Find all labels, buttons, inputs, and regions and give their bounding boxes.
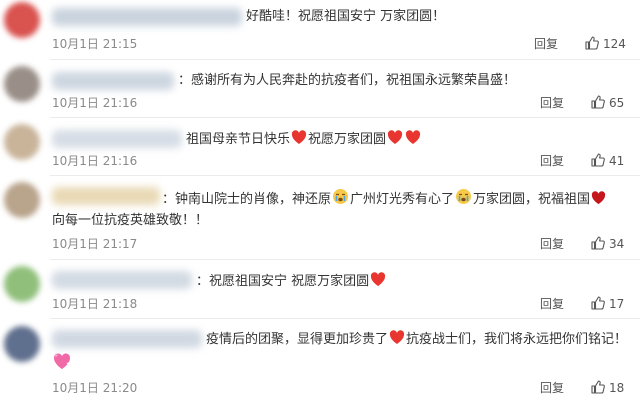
like-count: 41: [609, 154, 625, 168]
heart-emoji-icon: [371, 272, 386, 286]
like-count: 18: [609, 381, 625, 395]
like-count: 65: [609, 96, 625, 110]
comment-text-part: 广州灯光秀有心了: [350, 192, 455, 207]
sparkling-heart-emoji-icon: [52, 352, 72, 374]
comment-text-part: 祖国母亲节日快乐: [186, 132, 291, 147]
avatar[interactable]: [4, 2, 40, 38]
like-count: 17: [609, 297, 625, 311]
like-button[interactable]: 34: [590, 235, 624, 252]
divider: [50, 117, 640, 118]
avatar[interactable]: [4, 66, 40, 102]
divider: [50, 259, 640, 260]
reply-button[interactable]: 回复: [540, 153, 564, 169]
avatar[interactable]: [4, 266, 40, 302]
timestamp: 10月1日 21:20: [52, 381, 138, 395]
comment-text-part: 万家团圆，祝福祖国: [473, 192, 591, 207]
comment-text-line2: 向每一位抗疫英雄致敬！！: [52, 213, 209, 228]
crying-face-emoji-icon: [456, 189, 472, 204]
username-blurred[interactable]: [52, 72, 174, 90]
username-blurred[interactable]: [52, 271, 192, 289]
divider: [50, 175, 640, 176]
timestamp: 10月1日 21:16: [52, 154, 138, 168]
reply-button[interactable]: 回复: [534, 36, 558, 52]
crying-face-emoji-icon: [333, 189, 349, 204]
like-count: 124: [603, 37, 626, 51]
timestamp: 10月1日 21:16: [52, 96, 138, 110]
heart-emoji-icon: [389, 330, 405, 344]
comment-text: ：钟南山院士的肖像，神还原 广州灯光秀有心了 万家团圆，祝福祖国: [162, 188, 607, 209]
heart-emoji-icon: [405, 130, 421, 144]
heart-emoji-icon: [591, 191, 606, 205]
divider: [50, 318, 640, 319]
comment-text: 祖国母亲节日快乐 祝愿万家团圆: [186, 130, 422, 149]
like-button[interactable]: 17: [590, 295, 624, 312]
comment-text-part: 疫情后的团聚，显得更加珍贵了: [206, 332, 389, 347]
thumbs-up-icon: [591, 296, 605, 310]
timestamp: 10月1日 21:15: [52, 37, 138, 51]
username-blurred[interactable]: [52, 130, 182, 148]
comment-text-part: 祝愿万家团圆: [308, 132, 387, 147]
timestamp: 10月1日 21:18: [52, 297, 138, 311]
thumbs-up-icon: [585, 36, 599, 50]
thumbs-up-icon: [591, 236, 605, 250]
thumbs-up-icon: [591, 95, 605, 109]
comment-text-part: ：钟南山院士的肖像，神还原: [162, 192, 332, 207]
reply-button[interactable]: 回复: [540, 380, 564, 396]
timestamp: 10月1日 21:17: [52, 237, 138, 251]
thumbs-up-icon: [591, 153, 605, 167]
username-blurred[interactable]: [52, 187, 160, 205]
heart-emoji-icon: [387, 130, 403, 144]
username-blurred[interactable]: [52, 330, 202, 348]
like-count: 34: [609, 237, 625, 251]
thumbs-up-icon: [591, 380, 605, 394]
avatar[interactable]: [4, 326, 40, 362]
username-blurred[interactable]: [52, 8, 242, 26]
comment-text: 好酷哇！祝愿祖国安宁 万家团圆！: [246, 9, 446, 24]
comment-text: ：感谢所有为人民奔赴的抗疫者们，祝祖国永远繁荣昌盛！: [178, 73, 517, 88]
reply-button[interactable]: 回复: [540, 95, 564, 111]
reply-button[interactable]: 回复: [540, 296, 564, 312]
like-button[interactable]: 41: [590, 152, 624, 169]
comment-text-part: ：祝愿祖国安宁 祝愿万家团圆: [196, 274, 370, 289]
heart-emoji-icon: [291, 130, 307, 144]
like-button[interactable]: 65: [590, 94, 624, 111]
divider: [50, 59, 640, 60]
comment-text: 疫情后的团聚，显得更加珍贵了 抗疫战士们，我们将永远把你们铭记！: [206, 330, 627, 349]
like-button[interactable]: 18: [590, 379, 624, 396]
reply-button[interactable]: 回复: [540, 236, 564, 252]
avatar[interactable]: [4, 124, 40, 160]
avatar[interactable]: [4, 182, 40, 218]
comment-text: ：祝愿祖国安宁 祝愿万家团圆: [196, 272, 387, 291]
like-button[interactable]: 124: [584, 35, 626, 52]
comment-text-part: 抗疫战士们，我们将永远把你们铭记！: [406, 332, 628, 347]
